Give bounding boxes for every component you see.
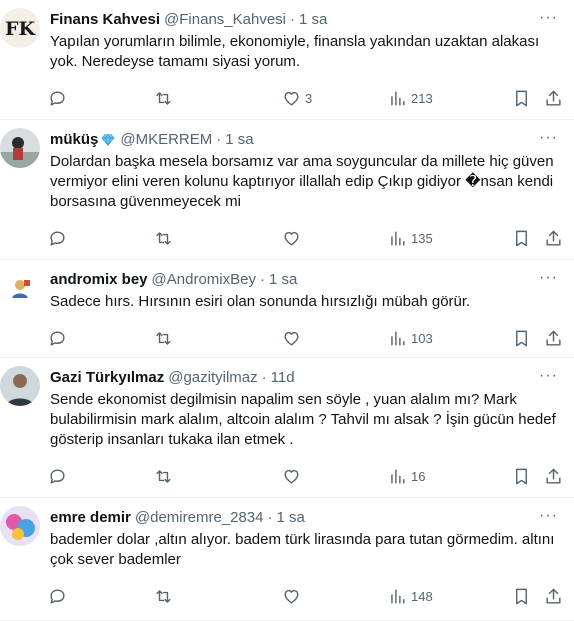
view-count: 148 xyxy=(411,588,433,604)
more-options-icon[interactable]: ··· xyxy=(539,9,558,27)
avatar[interactable] xyxy=(0,128,40,168)
retweet-icon[interactable] xyxy=(154,467,173,486)
views-button[interactable]: 135 xyxy=(388,229,433,248)
avatar[interactable] xyxy=(0,268,40,308)
tweet-text: Yapılan yorumların bilimle, ekonomiyle, … xyxy=(50,33,544,70)
reply-icon[interactable] xyxy=(48,89,67,108)
avatar[interactable]: FK xyxy=(0,8,40,48)
share-icon[interactable] xyxy=(544,587,563,606)
bookmark-icon[interactable] xyxy=(512,89,531,108)
reply-icon[interactable] xyxy=(48,229,67,248)
retweet-icon[interactable] xyxy=(154,329,173,348)
views-icon xyxy=(391,230,405,246)
more-options-icon[interactable]: ··· xyxy=(539,367,558,385)
like-icon[interactable] xyxy=(282,587,301,606)
like-icon[interactable] xyxy=(282,229,301,248)
avatar-text: FK xyxy=(5,18,36,40)
retweet-icon[interactable] xyxy=(154,89,173,108)
separator: · xyxy=(290,11,296,28)
user-handle[interactable]: @gazityilmaz xyxy=(168,368,257,388)
view-count: 103 xyxy=(411,330,433,346)
reply-icon[interactable] xyxy=(48,467,67,486)
action-bar: 135 xyxy=(48,218,574,258)
avatar[interactable] xyxy=(0,366,40,406)
reply-icon[interactable] xyxy=(48,329,67,348)
views-button[interactable]: 16 xyxy=(388,467,425,486)
action-bar: 3 213 xyxy=(48,78,574,118)
tweet[interactable]: FK Finans Kahvesi @Finans_Kahvesi · 1 sa… xyxy=(0,0,574,120)
separator: · xyxy=(267,509,273,526)
more-options-icon[interactable]: ··· xyxy=(539,269,558,287)
bookmark-icon[interactable] xyxy=(512,329,531,348)
display-name[interactable]: Finans Kahvesi xyxy=(50,10,160,30)
tweet[interactable]: Gazi Türkyılmaz @gazityilmaz · 11d ··· S… xyxy=(0,358,574,498)
separator: · xyxy=(216,131,222,148)
timestamp[interactable]: 1 sa xyxy=(299,10,327,30)
retweet-icon[interactable] xyxy=(154,229,173,248)
views-icon xyxy=(391,330,405,346)
tweet-header: andromix bey @AndromixBey · 1 sa xyxy=(50,270,558,290)
tweet-header: müküş @MKERREM · 1 sa xyxy=(50,130,558,150)
timestamp[interactable]: 1 sa xyxy=(269,270,297,290)
tweet[interactable]: müküş @MKERREM · 1 sa ··· Dolardan başka… xyxy=(0,120,574,260)
like-icon[interactable] xyxy=(282,467,301,486)
tweet-header: Finans Kahvesi @Finans_Kahvesi · 1 sa xyxy=(50,10,558,30)
like-icon[interactable] xyxy=(282,329,301,348)
display-name[interactable]: müküş xyxy=(50,130,98,150)
bookmark-icon[interactable] xyxy=(512,587,531,606)
user-handle[interactable]: @demiremre_2834 xyxy=(135,508,264,528)
retweet-icon[interactable] xyxy=(154,587,173,606)
like-button[interactable]: 3 xyxy=(282,89,312,108)
tweet-text: Sende ekonomist degilmisin napalim sen s… xyxy=(50,391,560,448)
tweet-text: Dolardan başka mesela borsamız var ama s… xyxy=(50,153,558,210)
views-icon xyxy=(391,588,405,604)
views-button[interactable]: 213 xyxy=(388,89,433,108)
more-options-icon[interactable]: ··· xyxy=(539,129,558,147)
action-bar: 148 xyxy=(48,576,574,616)
timestamp[interactable]: 1 sa xyxy=(277,508,305,528)
tweet[interactable]: andromix bey @AndromixBey · 1 sa ··· Sad… xyxy=(0,260,574,358)
views-button[interactable]: 148 xyxy=(388,587,433,606)
avatar[interactable] xyxy=(0,506,40,546)
share-icon[interactable] xyxy=(544,329,563,348)
view-count: 213 xyxy=(411,90,433,106)
bookmark-icon[interactable] xyxy=(512,467,531,486)
display-name[interactable]: andromix bey xyxy=(50,270,148,290)
bookmark-icon[interactable] xyxy=(512,229,531,248)
display-name[interactable]: emre demir xyxy=(50,508,131,528)
reply-feed: FK Finans Kahvesi @Finans_Kahvesi · 1 sa… xyxy=(0,0,574,621)
share-icon[interactable] xyxy=(544,89,563,108)
separator: · xyxy=(259,271,265,288)
views-icon xyxy=(391,90,405,106)
user-handle[interactable]: @Finans_Kahvesi xyxy=(164,10,286,30)
user-handle[interactable]: @AndromixBey xyxy=(152,270,256,290)
tweet-header: Gazi Türkyılmaz @gazityilmaz · 11d xyxy=(50,368,558,388)
separator: · xyxy=(261,369,267,386)
views-button[interactable]: 103 xyxy=(388,329,433,348)
timestamp[interactable]: 1 sa xyxy=(225,130,253,150)
action-bar: 16 xyxy=(48,456,574,496)
like-icon xyxy=(284,91,299,106)
diamond-emoji-icon xyxy=(101,134,115,147)
tweet-text: bademler dolar ,altın alıyor. badem türk… xyxy=(50,531,559,568)
share-icon[interactable] xyxy=(544,229,563,248)
tweet-header: emre demir @demiremre_2834 · 1 sa xyxy=(50,508,558,528)
share-icon[interactable] xyxy=(544,467,563,486)
display-name[interactable]: Gazi Türkyılmaz xyxy=(50,368,164,388)
view-count: 16 xyxy=(411,468,426,484)
tweet-text: Sadece hırs. Hırsının esiri olan sonunda… xyxy=(50,293,471,310)
timestamp[interactable]: 11d xyxy=(271,368,295,388)
like-count: 3 xyxy=(305,90,313,106)
more-options-icon[interactable]: ··· xyxy=(539,507,558,525)
user-handle[interactable]: @MKERREM xyxy=(120,130,212,150)
view-count: 135 xyxy=(411,230,433,246)
views-icon xyxy=(391,468,405,484)
action-bar: 103 xyxy=(48,318,574,358)
reply-icon[interactable] xyxy=(48,587,67,606)
tweet[interactable]: emre demir @demiremre_2834 · 1 sa ··· ba… xyxy=(0,498,574,621)
